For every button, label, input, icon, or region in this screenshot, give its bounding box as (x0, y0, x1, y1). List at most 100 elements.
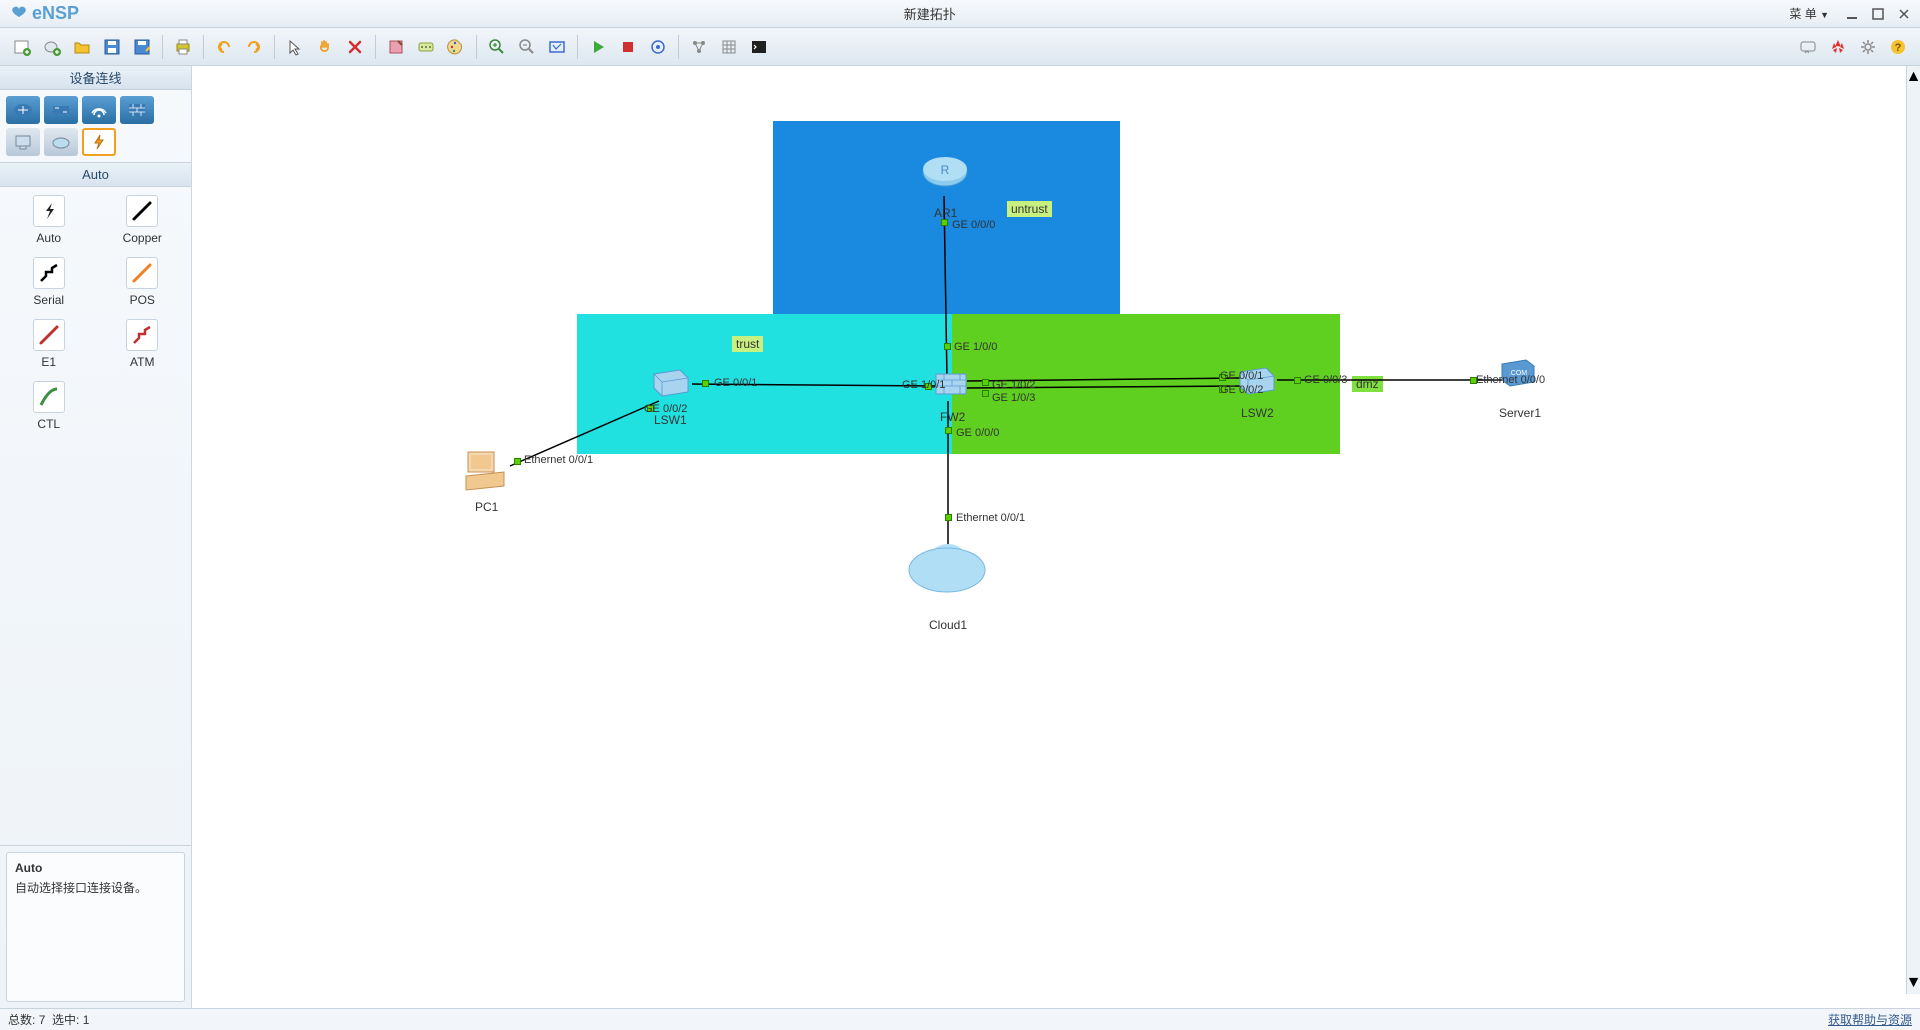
port-dot (982, 390, 989, 397)
status-help[interactable]: 获取帮助与资源 (1828, 1011, 1912, 1028)
node-lsw1[interactable] (650, 364, 692, 400)
settings-button[interactable] (1854, 33, 1882, 61)
pan-button[interactable] (311, 33, 339, 61)
cable-atm[interactable]: ATM (102, 319, 184, 369)
port-dot (1294, 377, 1301, 384)
category-wlan[interactable] (82, 96, 116, 124)
category-router[interactable] (6, 96, 40, 124)
port-cloud1-eth001: Ethernet 0/0/1 (956, 512, 1025, 524)
zoom-in-button[interactable] (483, 33, 511, 61)
scrollbar-vertical[interactable]: ▲▼ (1906, 66, 1920, 994)
start-button[interactable] (584, 33, 612, 61)
port-fw2-ge000: GE 0/0/0 (956, 427, 999, 439)
port-fw2-ge102: GE 1/0/2 (992, 379, 1035, 391)
svg-text:?: ? (1895, 42, 1902, 54)
port-dot (941, 219, 948, 226)
minimize-button[interactable] (1840, 4, 1864, 24)
label-untrust[interactable]: untrust (1007, 201, 1052, 217)
saveas-button[interactable] (128, 33, 156, 61)
port-fw2-ge103: GE 1/0/3 (992, 392, 1035, 404)
open-button[interactable] (68, 33, 96, 61)
cable-list: Auto Copper Serial POS E1 ATM CTL (0, 187, 191, 846)
label-lsw2: LSW2 (1241, 406, 1274, 420)
delete-button[interactable] (341, 33, 369, 61)
category-cloud[interactable] (44, 128, 78, 156)
status-sel-label: 选中: (52, 1011, 79, 1028)
new-topo-button[interactable] (8, 33, 36, 61)
cable-copper[interactable]: Copper (102, 195, 184, 245)
label-lsw1: LSW1 (654, 413, 687, 427)
print-button[interactable] (169, 33, 197, 61)
status-bar: 总数: 7 选中: 1 获取帮助与资源 (0, 1008, 1920, 1030)
window-title: 新建拓扑 (79, 4, 1780, 23)
category-connection[interactable] (82, 128, 116, 156)
zoom-out-button[interactable] (513, 33, 541, 61)
label-dmz[interactable]: dmz (1352, 376, 1383, 392)
port-ar1-ge000: GE 0/0/0 (952, 219, 995, 231)
grid-button[interactable] (715, 33, 743, 61)
zoom-fit-button[interactable] (543, 33, 571, 61)
cli-button[interactable] (745, 33, 773, 61)
main: 设备连线 Auto Auto Copper Serial POS E1 ATM … (0, 66, 1920, 1008)
redo-button[interactable] (240, 33, 268, 61)
titlebar: eNSP 新建拓扑 菜 单 ▼ (0, 0, 1920, 28)
menu-button[interactable]: 菜 单 ▼ (1780, 2, 1838, 25)
info-box: Auto 自动选择接口连接设备。 (6, 852, 185, 1002)
label-pc1: PC1 (475, 500, 498, 514)
app-name: eNSP (32, 3, 79, 24)
huawei-icon[interactable] (1824, 33, 1852, 61)
port-lsw2-ge003: GE 0/0/3 (1304, 374, 1347, 386)
info-desc: 自动选择接口连接设备。 (15, 879, 176, 896)
cable-auto[interactable]: Auto (8, 195, 90, 245)
new-device-button[interactable] (38, 33, 66, 61)
category-firewall[interactable] (120, 96, 154, 124)
canvas-wrap: untrust trust dmz R AR1 (192, 66, 1920, 1008)
port-dot (945, 514, 952, 521)
save-button[interactable] (98, 33, 126, 61)
panel-header: 设备连线 (0, 66, 191, 90)
cable-pos[interactable]: POS (102, 257, 184, 307)
pointer-button[interactable] (281, 33, 309, 61)
close-button[interactable] (1892, 4, 1916, 24)
cable-serial[interactable]: Serial (8, 257, 90, 307)
left-panel: 设备连线 Auto Auto Copper Serial POS E1 ATM … (0, 66, 192, 1008)
label-cloud1: Cloud1 (929, 618, 967, 632)
port-dot (702, 380, 709, 387)
maximize-button[interactable] (1866, 4, 1890, 24)
message-button[interactable] (1794, 33, 1822, 61)
help-button[interactable]: ? (1884, 33, 1912, 61)
category-enddevice[interactable] (6, 128, 40, 156)
cable-ctl[interactable]: CTL (8, 381, 90, 431)
node-cloud1[interactable] (904, 538, 990, 598)
cable-e1[interactable]: E1 (8, 319, 90, 369)
zone-trust[interactable] (577, 314, 952, 454)
port-pc1-eth001: Ethernet 0/0/1 (524, 454, 593, 466)
app-logo: eNSP (10, 3, 79, 24)
port-dot (982, 379, 989, 386)
node-pc1[interactable] (460, 448, 510, 492)
label-trust[interactable]: trust (732, 336, 763, 352)
undo-button[interactable] (210, 33, 238, 61)
text-button[interactable] (412, 33, 440, 61)
topo-layout-button[interactable] (685, 33, 713, 61)
label-fw2: FW2 (940, 410, 965, 424)
port-lsw1-ge002: GE 0/0/2 (644, 403, 687, 415)
broom-button[interactable] (382, 33, 410, 61)
port-lsw2-ge002: GE 0/0/2 (1220, 384, 1263, 396)
port-fw2-ge100: GE 1/0/0 (954, 341, 997, 353)
port-lsw2-ge001: GE 0/0/1 (1220, 370, 1263, 382)
port-dot (945, 427, 952, 434)
node-ar1[interactable]: R (920, 154, 970, 194)
capture-button[interactable] (644, 33, 672, 61)
category-switch[interactable] (44, 96, 78, 124)
port-dot (514, 458, 521, 465)
palette-button[interactable] (442, 33, 470, 61)
stop-button[interactable] (614, 33, 642, 61)
info-title: Auto (15, 861, 176, 875)
label-ar1: AR1 (934, 206, 957, 220)
toolbar: ? (0, 28, 1920, 66)
mode-header: Auto (0, 163, 191, 187)
device-categories (0, 90, 191, 163)
topology-canvas[interactable]: untrust trust dmz R AR1 (192, 66, 1920, 1008)
status-total-label: 总数: (8, 1011, 35, 1028)
